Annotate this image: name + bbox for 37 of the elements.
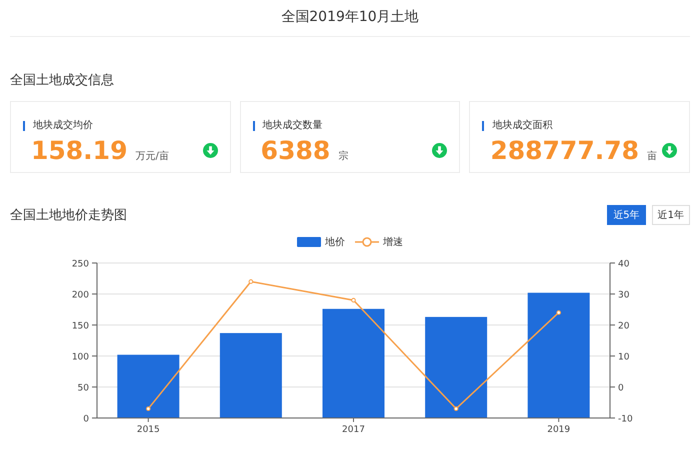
stat-label: 地块成交数量 [252,121,323,131]
stat-value: 6388 [260,136,330,165]
stat-value: 288777.78 [490,136,640,165]
point [556,310,561,315]
axis-tick-label: 30 [618,290,630,300]
axis-tick-label: 10 [618,352,630,362]
axis-tick-label: 2015 [136,425,160,435]
legend-label: 地价 [325,236,345,249]
axis-tick-label: 0 [83,414,89,424]
stat-unit: 亩 [647,150,658,162]
axis-tick-label: 50 [78,384,89,394]
range-button[interactable]: 近5年 [607,205,646,225]
point [351,298,356,302]
stat-label: 地块成交均价 [23,121,93,131]
stat-unit: 万元/亩 [135,150,169,162]
axis-tick-label: 40 [618,260,630,270]
axis-tick-label: 2017 [342,425,365,435]
price-bar [117,354,180,418]
axis-tick-label: 100 [72,352,89,362]
point [146,406,151,411]
chart-title: 全国土地地价走势图 [10,207,127,224]
range-button[interactable]: 近1年 [652,205,690,225]
axis-tick-label: 20 [618,322,630,332]
axis-tick-label: -10 [618,414,633,424]
point [454,406,458,411]
axis-tick-label: 250 [72,260,89,270]
axis-tick-label: 200 [72,290,89,300]
point [248,279,254,284]
stat-label: 地块成交面积 [482,121,552,131]
stat-value: 158.19 [31,136,128,165]
stat-unit: 宗 [338,150,348,162]
legend-label: 增速 [383,236,403,249]
axis-tick-label: 2019 [547,425,570,435]
axis-tick-label: 0 [618,384,624,394]
axis-tick-label: 150 [72,322,89,332]
section-title: 全国土地成交信息 [10,72,114,89]
page-title: 全国2019年10月土地 [281,8,419,26]
